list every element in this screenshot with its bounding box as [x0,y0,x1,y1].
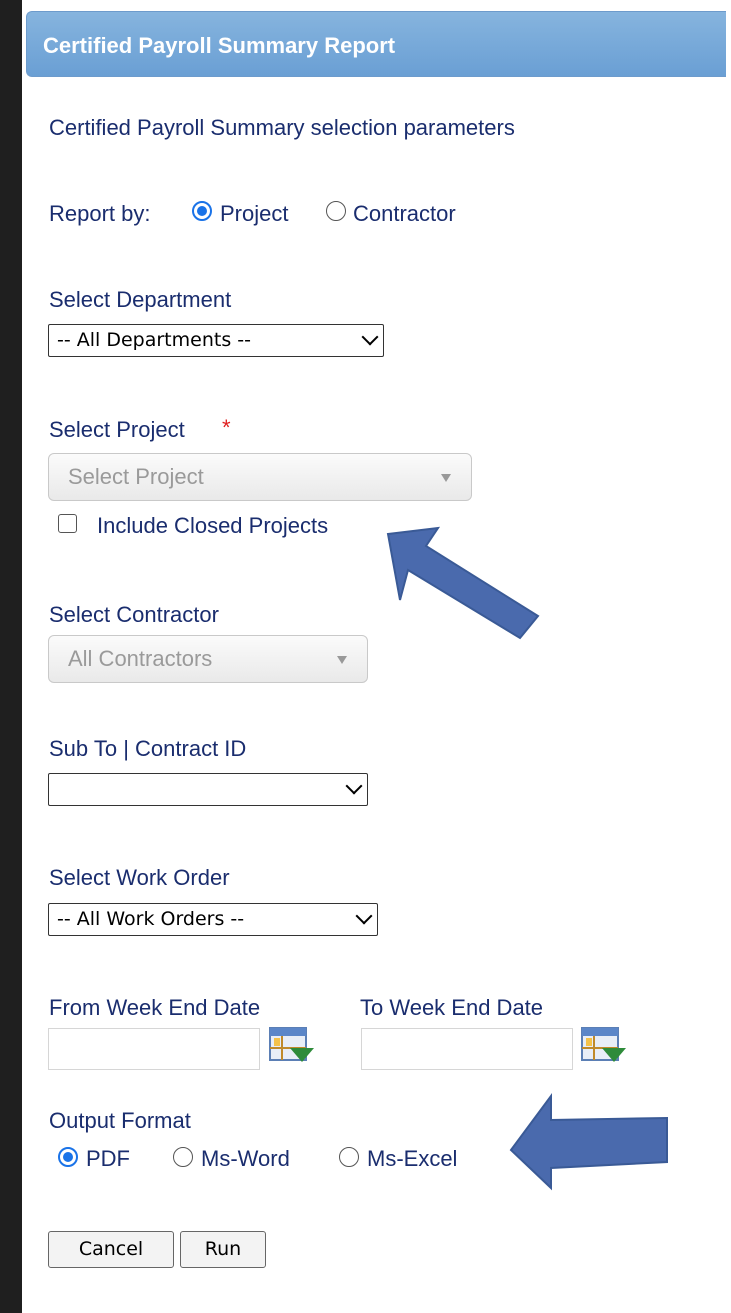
from-date-label: From Week End Date [49,995,261,1020]
work-order-select[interactable]: -- All Work Orders -- [48,903,378,936]
to-date-input[interactable] [361,1028,573,1070]
report-by-project-label[interactable]: Project [220,201,288,227]
calendar-icon[interactable] [580,1024,628,1064]
dropdown-triangle-icon [441,474,451,482]
report-by-contractor-label[interactable]: Contractor [353,201,456,227]
sub-to-label: Sub To | Contract ID [49,736,247,761]
intro-text: Certified Payroll Summary selection para… [49,115,515,140]
run-button[interactable]: Run [180,1231,266,1268]
chevron-down-icon [345,777,363,795]
work-order-label: Select Work Order [49,865,230,890]
report-by-contractor-radio[interactable] [326,201,346,221]
project-select[interactable]: Select Project [48,453,472,501]
report-header: Certified Payroll Summary Report [26,11,726,77]
to-date-label: To Week End Date [360,995,544,1020]
chevron-down-icon [355,907,373,925]
output-word-radio[interactable] [173,1147,193,1167]
required-asterisk: * [222,415,231,440]
department-select[interactable]: -- All Departments -- [48,324,384,357]
department-label: Select Department [49,287,232,312]
report-by-project-radio[interactable] [192,201,212,221]
output-pdf-radio[interactable] [58,1147,78,1167]
calendar-icon[interactable] [268,1024,316,1064]
department-select-value: -- All Departments -- [57,329,251,351]
annotation-arrow-shape [386,526,540,640]
project-select-value: Select Project [68,464,204,489]
from-date-input[interactable] [48,1028,260,1070]
include-closed-label[interactable]: Include Closed Projects [97,513,328,539]
annotation-arrow-shape [509,1092,668,1191]
include-closed-checkbox[interactable] [58,514,77,533]
work-order-select-value: -- All Work Orders -- [57,908,245,930]
contractor-label: Select Contractor [49,602,219,627]
contractor-select[interactable]: All Contractors [48,635,368,683]
output-excel-radio[interactable] [339,1147,359,1167]
annotation-arrow-output [509,1092,668,1191]
dropdown-triangle-icon [337,656,347,664]
output-pdf-label[interactable]: PDF [86,1146,130,1172]
chevron-down-icon [361,328,379,346]
report-by-label: Report by: [49,201,151,226]
report-title: Certified Payroll Summary Report [43,33,396,58]
output-excel-label[interactable]: Ms-Excel [367,1146,457,1172]
project-label: Select Project [49,417,185,442]
cancel-button[interactable]: Cancel [48,1231,174,1268]
contractor-select-value: All Contractors [68,646,213,671]
annotation-arrow-checkbox [386,526,540,640]
sub-to-select[interactable] [48,773,368,806]
output-format-label: Output Format [49,1108,191,1133]
output-word-label[interactable]: Ms-Word [201,1146,290,1172]
